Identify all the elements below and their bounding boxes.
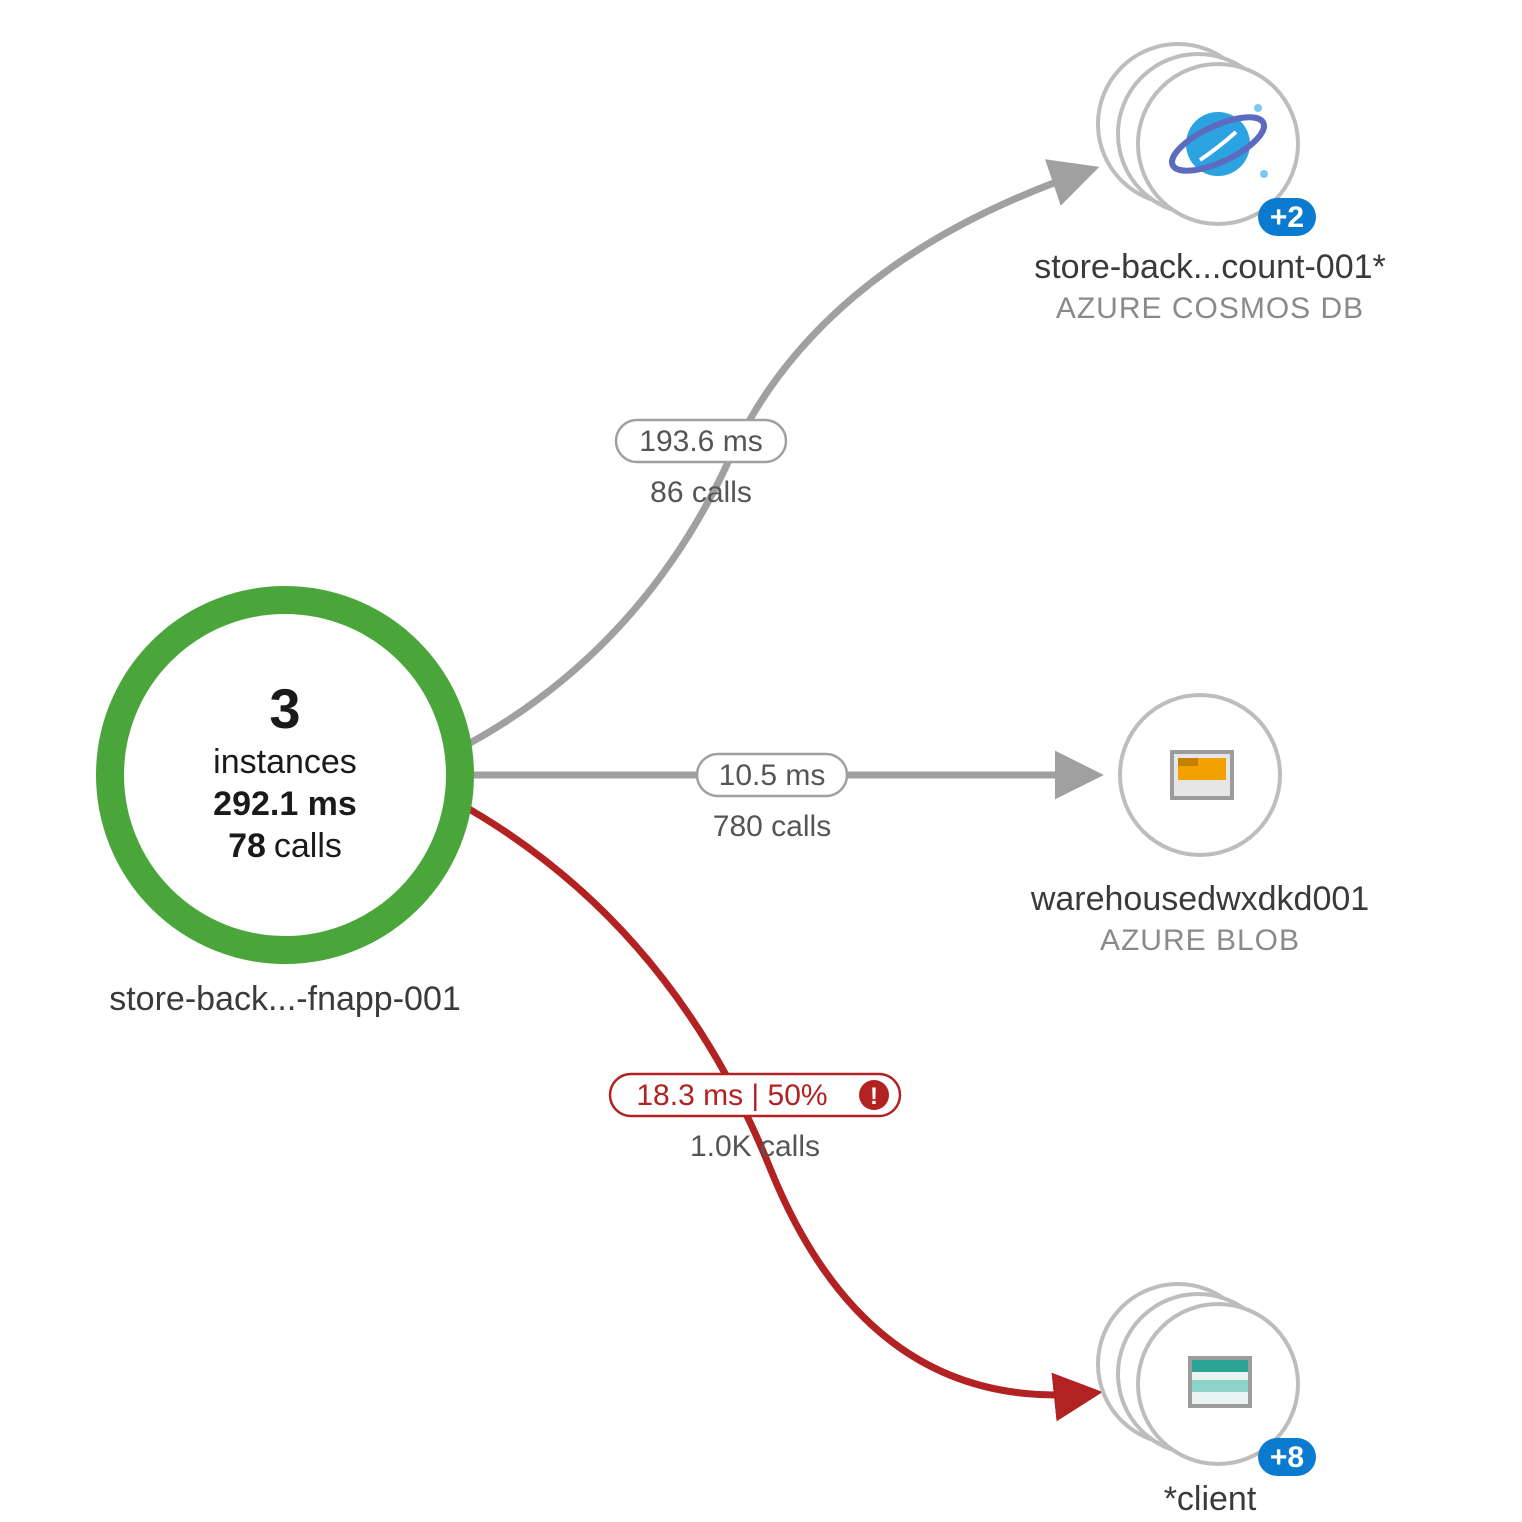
target-blob[interactable] [1120, 695, 1280, 855]
svg-text:+8: +8 [1270, 1441, 1304, 1474]
edge-label-cosmos: 193.6 ms 86 calls [616, 420, 786, 509]
edge-calls-cosmos: 86 calls [650, 476, 752, 509]
edge-label-blob: 10.5 ms 780 calls [697, 754, 847, 843]
blob-sub: AZURE BLOB [1100, 924, 1300, 957]
edge-latency-blob: 10.5 ms [719, 759, 826, 792]
edge-calls-storage: 1.0K calls [690, 1130, 820, 1163]
edge-latency-cosmos: 193.6 ms [639, 425, 762, 458]
storage-title: *client [1164, 1480, 1257, 1518]
storage-icon [1188, 1356, 1252, 1408]
source-calls: 78calls [228, 827, 342, 865]
storage-badge: +8 [1258, 1438, 1316, 1476]
cosmos-badge: +2 [1258, 198, 1316, 236]
target-cosmos[interactable]: +2 [1098, 44, 1316, 236]
source-node[interactable]: 3 instances 292.1 ms 78calls [110, 600, 460, 950]
cosmos-title: store-back...count-001* [1034, 248, 1386, 286]
edge-calls-blob: 780 calls [713, 810, 831, 843]
source-instances-label: instances [213, 743, 357, 781]
target-storage[interactable]: +8 [1098, 1284, 1316, 1476]
cosmos-sub: AZURE COSMOS DB [1056, 292, 1364, 325]
source-instances-value: 3 [269, 677, 300, 740]
edge-label-storage: 18.3 ms | 50% ! 1.0K calls [610, 1074, 900, 1163]
source-title: store-back...-fnapp-001 [109, 980, 461, 1018]
blob-icon [1170, 750, 1234, 800]
svg-text:!: ! [870, 1083, 878, 1110]
svg-text:+2: +2 [1270, 201, 1304, 234]
edge-latency-storage: 18.3 ms | 50% [636, 1079, 827, 1112]
source-latency: 292.1 ms [213, 785, 357, 823]
blob-title: warehousedwxdkd001 [1030, 880, 1369, 918]
